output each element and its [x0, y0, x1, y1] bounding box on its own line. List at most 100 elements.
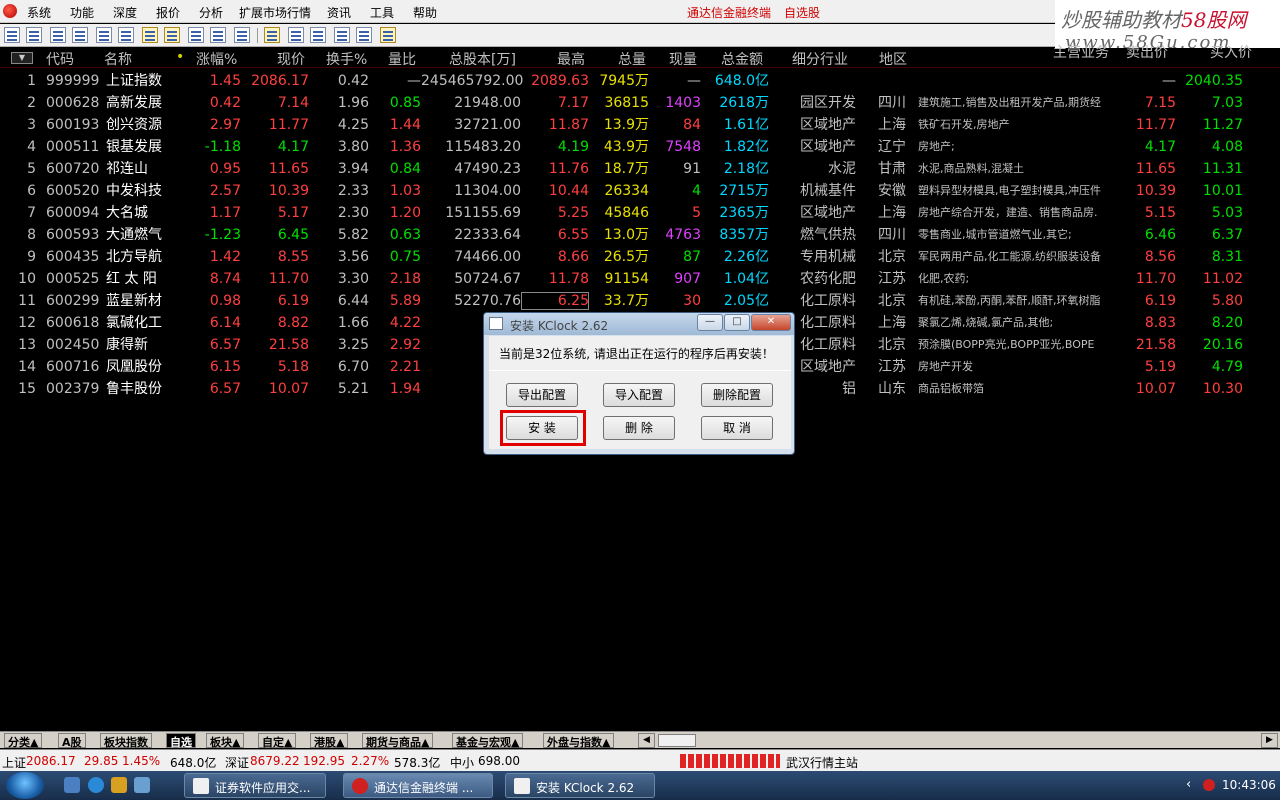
horizontal-scrollbar-thumb[interactable] — [658, 734, 696, 747]
table-row[interactable]: 11 600299 蓝星新材 0.98 6.19 6.44 5.89 52270.76 6.25… — [0, 290, 1280, 312]
import-config-button[interactable]: 导入配置 — [603, 383, 675, 407]
delete-button[interactable]: 删 除 — [603, 416, 675, 440]
cell-name: 凤凰股份 — [106, 359, 162, 375]
menu-depth[interactable]: 深度 — [113, 4, 137, 21]
tab-sector-index[interactable]: 板块指数 — [100, 733, 152, 749]
task-kclock-installer[interactable]: 安装 KClock 2.62 — [505, 773, 655, 798]
col-volume[interactable]: 总量 — [618, 49, 646, 69]
tab-watchlist[interactable]: 自选 — [166, 733, 196, 749]
open-folder-icon[interactable] — [264, 27, 280, 43]
app-switch-icon[interactable] — [134, 777, 150, 793]
ie-browser-icon[interactable] — [88, 777, 104, 793]
table-row[interactable]: 6 600520 中发科技 2.57 10.39 2.33 1.03 11304.00 10.4… — [0, 180, 1280, 202]
tab-futures-commodities[interactable]: 期货与商品▲ — [362, 733, 434, 749]
col-buy-price[interactable]: 买入价 — [1210, 42, 1252, 62]
fxz-icon[interactable] — [188, 27, 204, 43]
col-volume-ratio[interactable]: 量比 — [388, 49, 416, 69]
fundamental-icon[interactable] — [118, 27, 134, 43]
tray-expand-icon[interactable]: ‹ — [1186, 777, 1191, 792]
cell-code: 600593 — [46, 227, 100, 243]
export-config-button[interactable]: 导出配置 — [506, 383, 578, 407]
user-icon[interactable] — [111, 777, 127, 793]
cell-vr: 2.18 — [389, 271, 421, 287]
grid-icon[interactable] — [210, 27, 226, 43]
menu-analysis[interactable]: 分析 — [199, 4, 223, 21]
column-dropdown-icon[interactable]: ▼ — [11, 52, 33, 64]
cell-vr: 1.44 — [389, 117, 421, 133]
cell-ind: 专用机械 — [800, 249, 856, 265]
notes-icon[interactable] — [142, 27, 158, 43]
table-row[interactable]: 4 000511 银基发展 -1.18 4.17 3.80 1.36 115483.20 4.1… — [0, 136, 1280, 158]
tab-category[interactable]: 分类▲ — [4, 733, 43, 749]
maximize-icon[interactable]: □ — [724, 314, 750, 331]
zoom-icon[interactable] — [234, 27, 250, 43]
col-current-volume[interactable]: 现量 — [669, 49, 697, 69]
start-button-icon[interactable] — [6, 772, 44, 799]
dialog-title: 安装 KClock 2.62 — [510, 319, 609, 333]
memo-icon[interactable] — [164, 27, 180, 43]
menu-system[interactable]: 系统 — [27, 4, 51, 21]
line-chart-icon[interactable] — [50, 27, 66, 43]
col-sell-price[interactable]: 卖出价 — [1126, 42, 1168, 62]
tab-foreign-index[interactable]: 外盘与指数▲ — [543, 733, 615, 749]
cancel-button[interactable]: 取 消 — [701, 416, 773, 440]
task-securities-tutorial[interactable]: 证券软件应用交... — [184, 773, 326, 798]
dialog-titlebar[interactable]: 安装 KClock 2.62 — □ ✕ — [484, 313, 794, 335]
print-icon[interactable] — [380, 27, 396, 43]
export-icon[interactable] — [334, 27, 350, 43]
tab-hk-stocks[interactable]: 港股▲ — [310, 733, 349, 749]
col-turnover[interactable]: 换手% — [326, 49, 367, 69]
col-region[interactable]: 地区 — [879, 49, 907, 69]
scroll-right-icon[interactable]: ▶ — [1261, 733, 1278, 748]
task-tdx-terminal[interactable]: 通达信金融终端 ... — [343, 773, 493, 798]
menu-quote[interactable]: 报价 — [156, 4, 180, 21]
col-code[interactable]: 代码 — [46, 49, 74, 69]
sme-index: 698.00 — [478, 754, 520, 768]
table-row[interactable]: 8 600593 大通燃气 -1.23 6.45 5.82 0.63 22333.64 6.55… — [0, 224, 1280, 246]
select-icon[interactable] — [310, 27, 326, 43]
menu-tools[interactable]: 工具 — [370, 4, 394, 21]
minimize-icon[interactable]: — — [697, 314, 723, 331]
f10-info-icon[interactable] — [96, 27, 112, 43]
cell-biz: 商品铝板带箔 — [918, 382, 984, 395]
col-high[interactable]: 最高 — [557, 49, 585, 69]
menu-function[interactable]: 功能 — [70, 4, 94, 21]
show-desktop-icon[interactable] — [64, 777, 80, 793]
cell-chg: 1.45 — [209, 73, 241, 89]
table-row[interactable]: 5 600720 祁连山 0.95 11.65 3.94 0.84 47490.23 11.76… — [0, 158, 1280, 180]
tab-funds-macro[interactable]: 基金与宏观▲ — [452, 733, 524, 749]
col-amount[interactable]: 总金额 — [721, 49, 763, 69]
menu-extended-market[interactable]: 扩展市场行情 — [239, 4, 311, 21]
col-total-shares[interactable]: 总股本[万] — [449, 49, 516, 69]
quote-list-icon[interactable] — [4, 27, 20, 43]
col-business[interactable]: 主营业务 — [1053, 42, 1109, 62]
tab-custom[interactable]: 自定▲ — [258, 733, 297, 749]
col-industry[interactable]: 细分行业 — [792, 49, 848, 69]
candle-chart-icon[interactable] — [72, 27, 88, 43]
menu-news[interactable]: 资讯 — [327, 4, 351, 21]
import-icon[interactable] — [356, 27, 372, 43]
table-row[interactable]: 2 000628 高新发展 0.42 7.14 1.96 0.85 21948.00 7.17 3… — [0, 92, 1280, 114]
col-name[interactable]: 名称 — [104, 49, 132, 69]
table-row[interactable]: 7 600094 大名城 1.17 5.17 2.30 1.20 151155.69 5.25 4… — [0, 202, 1280, 224]
report-icon[interactable] — [26, 27, 42, 43]
table-row[interactable]: 9 600435 北方导航 1.42 8.55 3.56 0.75 74466.00 8.66 2… — [0, 246, 1280, 268]
network-icon[interactable] — [1203, 779, 1215, 791]
cell-cap: 32721.00 — [454, 117, 521, 133]
menu-help[interactable]: 帮助 — [413, 4, 437, 21]
delete-config-button[interactable]: 删除配置 — [701, 383, 773, 407]
table-row[interactable]: 1 999999 上证指数 1.45 2086.17 0.42—245465792.00 2… — [0, 70, 1280, 92]
table-row[interactable]: 3 600193 创兴资源 2.97 11.77 4.25 1.44 32721.00 11.8… — [0, 114, 1280, 136]
cell-cur: 84 — [683, 117, 701, 133]
table-row[interactable]: 10 000525 红 太 阳 8.74 11.70 3.30 2.18 50724.67 11… — [0, 268, 1280, 290]
close-icon[interactable]: ✕ — [751, 314, 791, 331]
cell-sell: 10.07 — [1135, 381, 1176, 397]
tab-a-share[interactable]: A股 — [58, 733, 86, 749]
cell-cap: 47490.23 — [454, 161, 521, 177]
col-price[interactable]: 现价 — [277, 49, 305, 69]
col-change-pct[interactable]: 涨幅% — [196, 49, 237, 69]
tab-sector[interactable]: 板块▲ — [206, 733, 245, 749]
install-dialog: 安装 KClock 2.62 — □ ✕ 当前是32位系统, 请退出正在运行的程… — [483, 312, 795, 455]
sort-icon[interactable] — [288, 27, 304, 43]
scroll-left-icon[interactable]: ◀ — [638, 733, 655, 748]
